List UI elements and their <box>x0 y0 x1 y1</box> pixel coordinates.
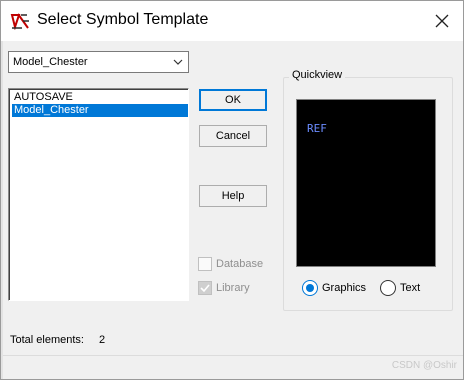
total-elements-value: 2 <box>99 334 106 346</box>
close-button[interactable] <box>421 1 463 41</box>
total-elements-label: Total elements: <box>10 334 84 346</box>
library-checkbox[interactable] <box>198 281 212 295</box>
close-icon <box>435 14 449 28</box>
list-item-selected[interactable]: Model_Chester <box>12 104 188 117</box>
library-label: Library <box>216 282 250 294</box>
help-button[interactable]: Help <box>199 185 267 207</box>
text-radio[interactable] <box>380 280 396 296</box>
checkmark-icon <box>200 284 210 293</box>
cancel-button[interactable]: Cancel <box>199 125 267 147</box>
ok-button[interactable]: OK <box>199 89 267 111</box>
window-edge <box>1 41 3 379</box>
preview-text: REF <box>307 122 327 135</box>
symbol-template-icon <box>10 13 29 30</box>
dialog-title: Select Symbol Template <box>37 11 209 28</box>
text-radio-row[interactable]: Text <box>380 279 420 297</box>
list-item[interactable]: AUTOSAVE <box>12 91 188 104</box>
quickview-preview: REF <box>296 99 436 267</box>
combobox-selected-value: Model_Chester <box>13 56 88 68</box>
template-listbox[interactable]: AUTOSAVE Model_Chester <box>8 88 189 301</box>
title-bar[interactable]: Select Symbol Template <box>1 1 463 41</box>
dialog-body: Model_Chester AUTOSAVE Model_Chester OK … <box>1 41 463 379</box>
text-label: Text <box>400 282 421 294</box>
database-checkbox[interactable] <box>198 257 212 271</box>
template-combobox[interactable]: Model_Chester <box>8 51 189 73</box>
quickview-label: Quickview <box>289 69 346 81</box>
database-label: Database <box>216 258 264 270</box>
library-checkbox-row[interactable]: Library <box>198 280 250 296</box>
graphics-radio-row[interactable]: Graphics <box>302 279 366 297</box>
graphics-radio[interactable] <box>302 280 318 296</box>
graphics-label: Graphics <box>322 282 367 294</box>
database-checkbox-row[interactable]: Database <box>198 256 263 272</box>
chevron-down-icon[interactable] <box>172 56 184 68</box>
watermark: CSDN @Oshir <box>391 360 457 371</box>
select-symbol-template-dialog: Select Symbol Template Model_Chester AUT… <box>0 0 464 380</box>
